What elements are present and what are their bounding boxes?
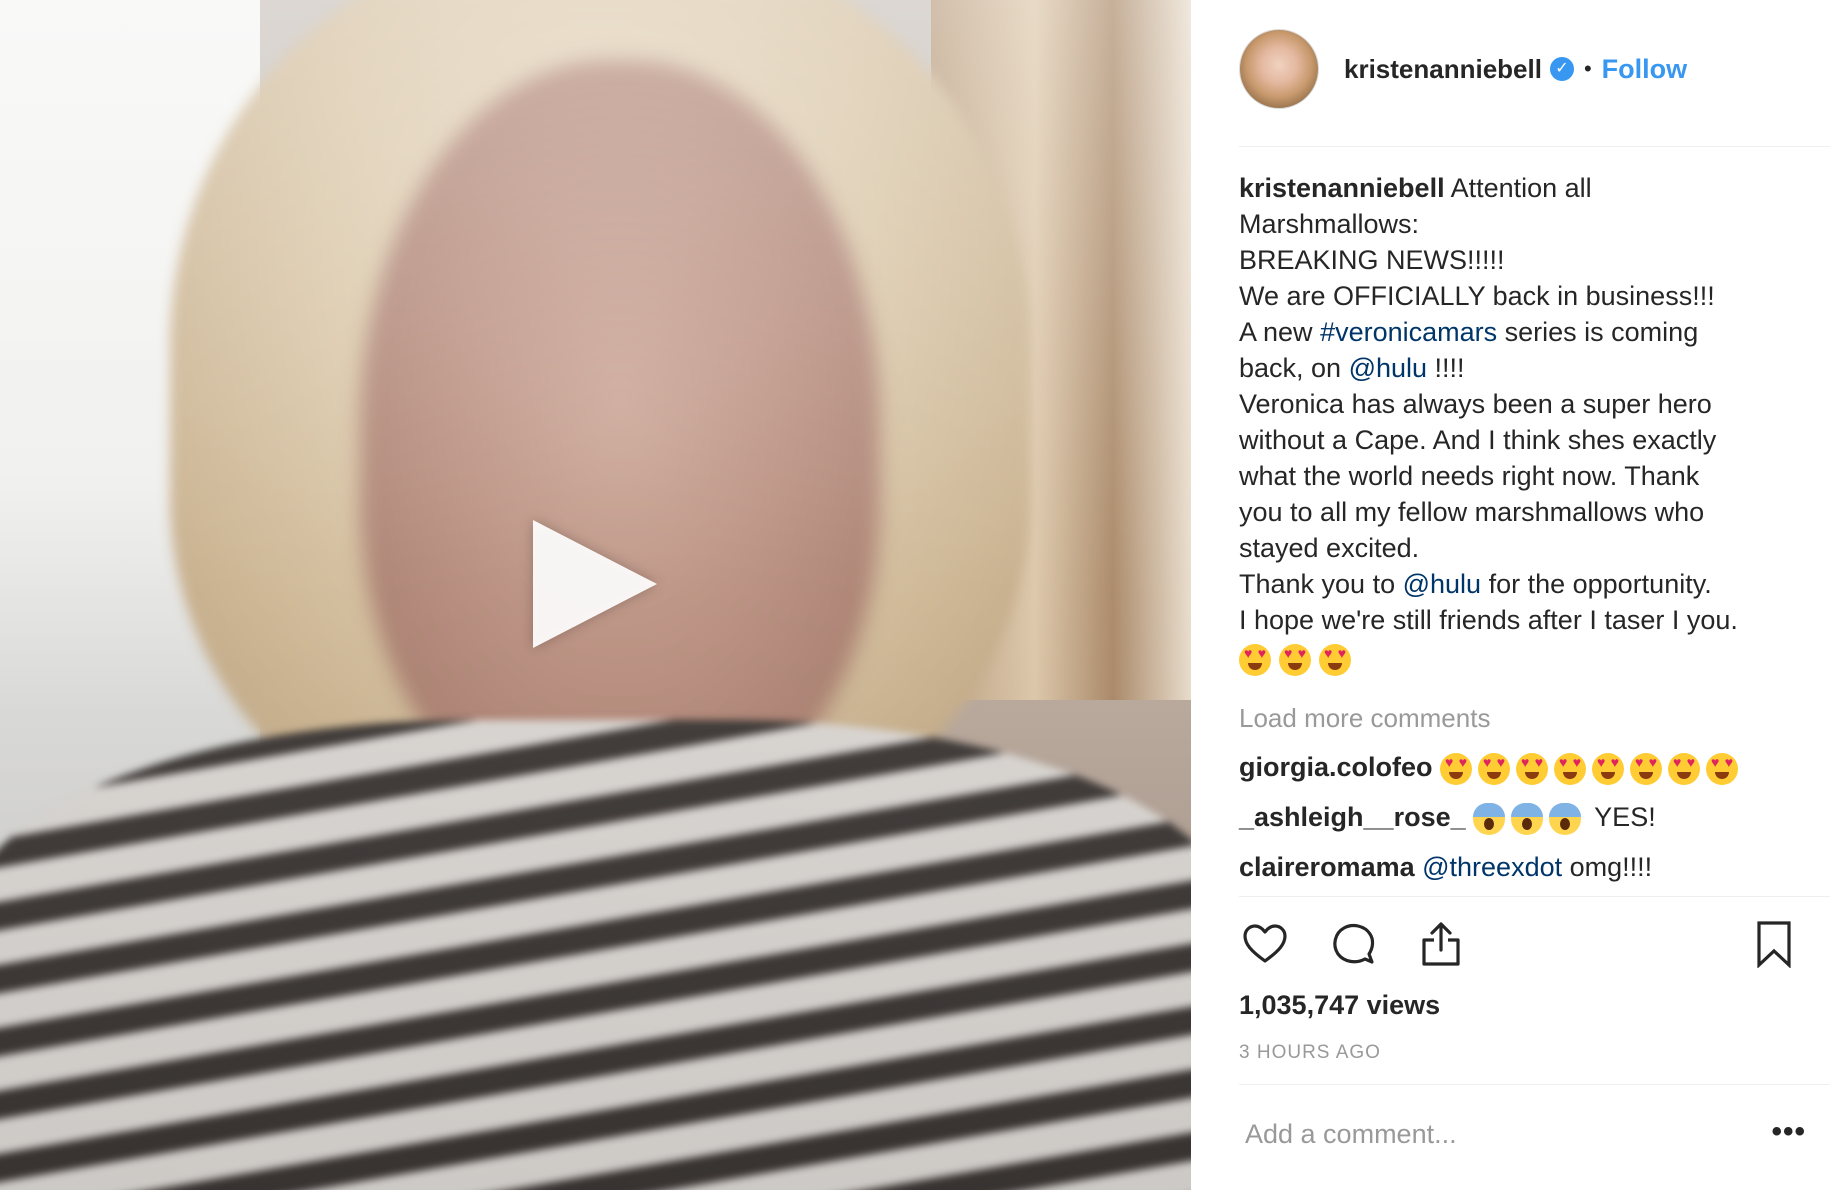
- verified-badge-icon: ✓: [1549, 57, 1574, 81]
- comment-row: giorgia.colofeo: [1239, 748, 1799, 786]
- avatar[interactable]: [1239, 29, 1319, 109]
- mention-link[interactable]: @hulu: [1349, 353, 1427, 383]
- composer-divider: [1239, 1084, 1830, 1085]
- comment-username[interactable]: claireromama: [1239, 852, 1415, 882]
- post-header: kristenanniebell ✓ • Follow: [1239, 28, 1830, 110]
- header-divider: [1239, 146, 1830, 147]
- heart-eyes-emoji-icon: [1554, 752, 1587, 785]
- heart-eyes-emoji-icon: [1706, 752, 1739, 785]
- save-button[interactable]: [1748, 918, 1800, 970]
- video-player[interactable]: [0, 0, 1191, 1190]
- heart-eyes-emoji-icon: [1478, 752, 1511, 785]
- comments-section: kristenanniebell Attention all Marshmall…: [1239, 170, 1799, 886]
- instagram-post: kristenanniebell ✓ • Follow kristenannie…: [0, 0, 1830, 1190]
- comment-row: claireromama @threexdot omg!!!!: [1239, 848, 1799, 886]
- follow-button[interactable]: Follow: [1602, 54, 1687, 85]
- header-username[interactable]: kristenanniebell: [1344, 54, 1542, 85]
- caption: kristenanniebell Attention all Marshmall…: [1239, 170, 1799, 638]
- view-count[interactable]: 1,035,747 views: [1239, 990, 1440, 1021]
- more-options-icon[interactable]: •••: [1771, 1115, 1806, 1149]
- comment-username[interactable]: _ashleigh__rose_: [1239, 802, 1466, 832]
- heart-eyes-emoji-icon: [1239, 643, 1271, 676]
- heart-eyes-emoji-icon: [1440, 752, 1473, 785]
- heart-eyes-emoji-icon: [1668, 752, 1701, 785]
- play-icon[interactable]: [533, 520, 657, 648]
- screaming-emoji-icon: [1549, 802, 1582, 835]
- bookmark-icon: [1757, 921, 1791, 968]
- caption-text-3: !!!! Veronica has always been a super he…: [1239, 353, 1717, 599]
- heart-eyes-emoji-icon: [1592, 752, 1625, 785]
- screaming-emoji-icon: [1511, 802, 1544, 835]
- action-bar: [1239, 914, 1800, 974]
- post-side-panel: kristenanniebell ✓ • Follow kristenannie…: [1191, 0, 1830, 1190]
- like-button[interactable]: [1239, 918, 1291, 970]
- hashtag-link[interactable]: #veronicamars: [1320, 317, 1497, 347]
- load-more-comments-button[interactable]: Load more comments: [1239, 700, 1799, 736]
- add-comment-input[interactable]: [1243, 1118, 1707, 1151]
- heart-eyes-emoji-icon: [1516, 752, 1549, 785]
- screaming-emoji-icon: [1473, 802, 1506, 835]
- comment-row: _ashleigh__rose_ YES!: [1239, 798, 1799, 836]
- share-icon: [1422, 922, 1460, 966]
- heart-eyes-emoji-icon: [1319, 643, 1351, 676]
- heart-eyes-emoji-icon: [1279, 643, 1311, 676]
- caption-username[interactable]: kristenanniebell: [1239, 173, 1445, 203]
- speech-bubble-icon: [1333, 923, 1375, 964]
- comment-username[interactable]: giorgia.colofeo: [1239, 752, 1433, 782]
- heart-icon: [1243, 924, 1287, 963]
- header-separator: •: [1583, 56, 1592, 81]
- comment-emojis: [1473, 802, 1594, 835]
- mention-link[interactable]: @hulu: [1403, 569, 1481, 599]
- comment-text: omg!!!!: [1562, 852, 1653, 882]
- heart-eyes-emoji-icon: [1630, 752, 1663, 785]
- comment-button[interactable]: [1327, 918, 1379, 970]
- mention-link[interactable]: @threexdot: [1422, 852, 1562, 882]
- comment-emojis: [1440, 752, 1744, 785]
- comments-divider: [1239, 896, 1830, 897]
- caption-emojis: [1239, 638, 1799, 678]
- share-button[interactable]: [1415, 918, 1467, 970]
- post-timestamp[interactable]: 3 HOURS AGO: [1239, 1042, 1381, 1064]
- comment-text: YES!: [1594, 802, 1656, 832]
